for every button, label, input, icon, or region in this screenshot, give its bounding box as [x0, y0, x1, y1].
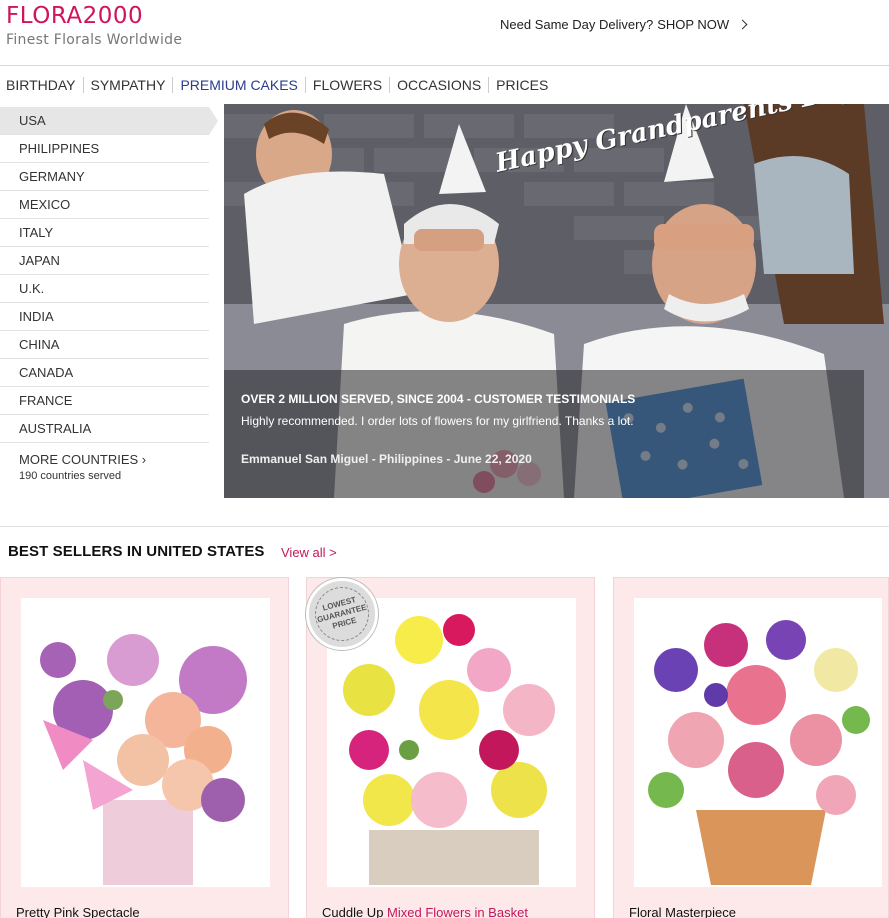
- lowest-price-badge: LOWEST GUARANTEE PRICE: [306, 578, 378, 650]
- country-philippines[interactable]: PHILIPPINES: [0, 135, 209, 163]
- product-image[interactable]: [21, 598, 270, 887]
- country-italy[interactable]: ITALY: [0, 219, 209, 247]
- country-france[interactable]: FRANCE: [0, 387, 209, 415]
- country-uk[interactable]: U.K.: [0, 275, 209, 303]
- shop-now-link[interactable]: SHOP NOW: [657, 17, 729, 32]
- more-countries-link[interactable]: MORE COUNTRIES › 190 countries served: [0, 443, 209, 482]
- same-day-promo[interactable]: Need Same Day Delivery? SHOP NOW: [500, 17, 748, 32]
- product-card[interactable]: Floral Masterpiece: [613, 577, 889, 918]
- view-all-link[interactable]: View all >: [281, 545, 337, 560]
- logo[interactable]: FLORA2000 Finest Florals Worldwide: [6, 4, 182, 48]
- testimonial-quote: Highly recommended. I order lots of flow…: [241, 414, 634, 428]
- product-image[interactable]: [634, 598, 882, 887]
- country-mexico[interactable]: MEXICO: [0, 191, 209, 219]
- nav-item-occasions[interactable]: OCCASIONS: [390, 77, 490, 93]
- country-india[interactable]: INDIA: [0, 303, 209, 331]
- main-nav: BIRTHDAY SYMPATHY PREMIUM CAKES FLOWERS …: [0, 67, 889, 103]
- site-header: FLORA2000 Finest Florals Worldwide Need …: [0, 0, 889, 66]
- testimonial-signature: Emmanuel San Miguel - Philippines - June…: [241, 452, 532, 466]
- nav-item-sympathy[interactable]: SYMPATHY: [84, 77, 174, 93]
- country-australia[interactable]: AUSTRALIA: [0, 415, 209, 443]
- chevron-right-icon: [737, 19, 748, 30]
- product-name[interactable]: Floral Masterpiece: [629, 905, 736, 918]
- promo-text: Need Same Day Delivery?: [500, 17, 654, 32]
- best-sellers-heading: BEST SELLERS IN UNITED STATES: [8, 543, 265, 560]
- country-japan[interactable]: JAPAN: [0, 247, 209, 275]
- product-name-main: Cuddle Up: [322, 905, 388, 918]
- country-germany[interactable]: GERMANY: [0, 163, 209, 191]
- product-name[interactable]: Pretty Pink Spectacle: [16, 905, 140, 918]
- country-sidebar: USA PHILIPPINES GERMANY MEXICO ITALY JAP…: [0, 107, 218, 497]
- logo-text: FLORA2000: [6, 3, 144, 29]
- hero-banner[interactable]: Happy Grandparents Day OVER 2 MILLION SE…: [224, 104, 889, 498]
- logo-tagline: Finest Florals Worldwide: [6, 32, 183, 48]
- nav-item-birthday[interactable]: BIRTHDAY: [0, 77, 84, 93]
- section-divider: [0, 526, 889, 527]
- nav-item-premium-cakes[interactable]: PREMIUM CAKES: [173, 77, 306, 93]
- countries-served-count: 190 countries served: [19, 470, 122, 482]
- product-name-accent: Mixed Flowers in Basket: [387, 905, 528, 918]
- country-usa[interactable]: USA: [0, 107, 218, 135]
- testimonial-overlay: OVER 2 MILLION SERVED, SINCE 2004 - CUST…: [224, 370, 864, 498]
- badge-text: LOWEST GUARANTEE PRICE: [308, 580, 376, 648]
- more-countries-label: MORE COUNTRIES ›: [19, 452, 147, 467]
- testimonial-title: OVER 2 MILLION SERVED, SINCE 2004 - CUST…: [241, 392, 636, 406]
- product-card[interactable]: Pretty Pink Spectacle: [0, 577, 289, 918]
- nav-item-prices[interactable]: PRICES: [489, 77, 555, 93]
- nav-item-flowers[interactable]: FLOWERS: [306, 77, 391, 93]
- country-china[interactable]: CHINA: [0, 331, 209, 359]
- product-name[interactable]: Cuddle Up Mixed Flowers in Basket: [322, 905, 528, 918]
- country-canada[interactable]: CANADA: [0, 359, 209, 387]
